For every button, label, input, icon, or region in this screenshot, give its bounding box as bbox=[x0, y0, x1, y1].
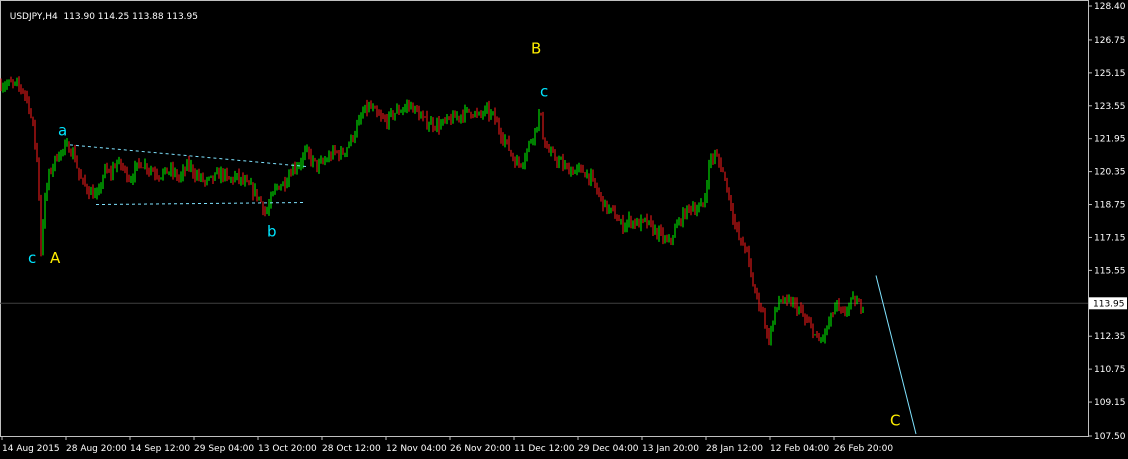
time-tick-label: 14 Aug 2015 bbox=[2, 444, 60, 454]
wave-label: c bbox=[540, 83, 548, 101]
time-tick-label: 29 Sep 04:00 bbox=[194, 444, 254, 454]
plot-area bbox=[0, 0, 1089, 437]
time-axis: 14 Aug 2015 28 Aug 20:00 14 Sep 12:00 29 Se… bbox=[1, 436, 893, 454]
price-tick-label: 128.40 bbox=[1094, 2, 1126, 12]
plot-frame bbox=[0, 0, 1089, 437]
wave-label: C bbox=[890, 412, 900, 430]
wave-labels: ac AbBcC bbox=[28, 39, 900, 429]
trendline bbox=[875, 275, 917, 435]
trendline bbox=[69, 144, 307, 167]
price-axis: 128.40 126.75 125.15 123.55 121.95 120.35 118.… bbox=[1088, 2, 1127, 442]
time-tick-label: 11 Dec 12:00 bbox=[514, 444, 575, 454]
price-tick-label: 126.75 bbox=[1094, 36, 1126, 46]
price-tick-label: 125.15 bbox=[1094, 69, 1126, 79]
price-tick-label: 107.50 bbox=[1094, 432, 1126, 442]
price-tick-label: 115.55 bbox=[1094, 266, 1126, 276]
time-tick-label: 14 Sep 12:00 bbox=[130, 444, 190, 454]
price-chart[interactable]: 128.40 126.75 125.15 123.55 121.95 120.35 118.… bbox=[0, 0, 1128, 459]
price-tick-label: 121.95 bbox=[1094, 135, 1126, 145]
price-tick-label: 118.75 bbox=[1094, 201, 1126, 211]
time-tick-label: 12 Feb 04:00 bbox=[770, 444, 829, 454]
price-tick-label: 112.35 bbox=[1094, 332, 1126, 342]
price-tick-label: 120.35 bbox=[1094, 168, 1126, 178]
time-tick-label: 13 Oct 20:00 bbox=[258, 444, 317, 454]
price-tick-label: 109.15 bbox=[1094, 398, 1126, 408]
price-tick-label: 117.15 bbox=[1094, 233, 1126, 243]
time-tick-label: 26 Nov 20:00 bbox=[450, 444, 511, 454]
time-tick-label: 12 Nov 04:00 bbox=[386, 444, 447, 454]
wave-label: c bbox=[28, 249, 36, 267]
wave-label: b bbox=[267, 222, 277, 240]
time-tick-label: 28 Aug 20:00 bbox=[66, 444, 127, 454]
time-tick-label: 26 Feb 20:00 bbox=[834, 444, 893, 454]
wave-label: a bbox=[58, 122, 67, 140]
time-tick-label: 13 Jan 20:00 bbox=[642, 444, 699, 454]
trendline bbox=[95, 201, 307, 206]
time-tick-label: 28 Jan 12:00 bbox=[706, 444, 763, 454]
wave-label: A bbox=[50, 249, 61, 267]
price-tick-label: 123.55 bbox=[1094, 102, 1126, 112]
time-tick-label: 29 Dec 04:00 bbox=[578, 444, 639, 454]
time-tick-label: 28 Oct 12:00 bbox=[322, 444, 381, 454]
current-price-label: 113.95 bbox=[1093, 299, 1125, 309]
wave-label: B bbox=[531, 39, 541, 57]
price-tick-label: 110.75 bbox=[1094, 365, 1126, 375]
